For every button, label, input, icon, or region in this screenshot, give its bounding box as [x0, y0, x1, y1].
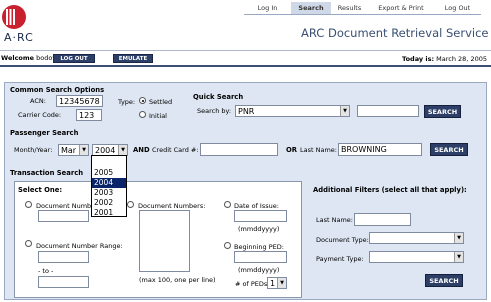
- nav-export-print[interactable]: Export & Print: [368, 2, 434, 14]
- doc-numbers-label: Document Numbers:: [138, 202, 206, 210]
- welcome-prefix: Welcome: [1, 54, 35, 62]
- chevron-down-icon: ▼: [79, 145, 88, 155]
- date-issue-radio[interactable]: [224, 201, 231, 208]
- year-option[interactable]: 2002: [92, 198, 126, 208]
- beginning-ped-input[interactable]: [234, 251, 287, 263]
- today-date: March 28, 2005: [436, 55, 487, 63]
- passenger-search-title: Passenger Search: [10, 129, 79, 137]
- nav-underline: [244, 14, 481, 15]
- page-title: ARC Document Retrieval Service: [301, 26, 489, 40]
- filter-search-button[interactable]: SEARCH: [425, 274, 463, 287]
- acn-input[interactable]: 12345678: [56, 95, 103, 107]
- header-separator: [0, 65, 491, 67]
- chevron-down-icon: ▼: [454, 252, 463, 262]
- filter-last-name-label: Last Name:: [316, 216, 353, 224]
- doc-range-radio[interactable]: [25, 240, 32, 247]
- beginning-ped-label: Beginning PED:: [234, 243, 284, 251]
- passenger-last-name-label: Last Name:: [300, 146, 337, 154]
- date-issue-format: (mmddyyyy): [238, 225, 280, 233]
- dropdown-spacer: [92, 156, 126, 168]
- year-option[interactable]: 2003: [92, 188, 126, 198]
- doc-numbers-hint: (max 100, one per line): [139, 276, 216, 284]
- arc-logo-icon: [6, 9, 15, 25]
- passenger-last-name-input[interactable]: BROWNING: [338, 143, 422, 156]
- num-peds-value: 1: [270, 279, 276, 288]
- year-dropdown-list: 2005 2004 2003 2002 2001: [91, 155, 127, 217]
- filter-payment-type-label: Payment Type:: [316, 255, 364, 263]
- nav-results[interactable]: Results: [331, 2, 368, 14]
- emulate-button[interactable]: EMULATE: [113, 54, 153, 63]
- quick-search-button[interactable]: SEARCH: [424, 105, 461, 118]
- common-search-title: Common Search Options: [10, 86, 105, 94]
- search-by-value: PNR: [238, 107, 255, 116]
- type-settled-radio[interactable]: [139, 97, 146, 104]
- transaction-search-title: Transaction Search: [10, 169, 84, 177]
- date-issue-label: Date of Issue:: [234, 202, 279, 210]
- logout-button[interactable]: LOG OUT: [53, 54, 95, 63]
- top-nav: Log In Search Results Export & Print Log…: [244, 2, 481, 14]
- type-initial-radio[interactable]: [139, 111, 146, 118]
- doc-range-from-input[interactable]: [38, 251, 89, 263]
- logo-text: A·RC: [4, 31, 34, 44]
- passenger-search-button[interactable]: SEARCH: [430, 143, 468, 156]
- beginning-ped-radio[interactable]: [224, 242, 231, 249]
- select-one-label: Select One:: [18, 186, 63, 194]
- and-label: AND: [133, 146, 150, 154]
- chevron-down-icon: ▼: [454, 233, 463, 243]
- chevron-down-icon: ▼: [118, 145, 127, 155]
- type-label: Type:: [118, 98, 136, 106]
- month-value: Mar: [61, 146, 77, 155]
- chevron-down-icon: ▼: [277, 278, 286, 288]
- quick-search-title: Quick Search: [193, 93, 244, 101]
- nav-login[interactable]: Log In: [244, 2, 291, 14]
- filter-last-name-input[interactable]: [354, 213, 411, 226]
- year-value: 2004: [95, 146, 116, 155]
- search-by-label: Search by:: [197, 107, 232, 115]
- filter-doc-type-select[interactable]: ▼: [369, 232, 464, 244]
- year-option[interactable]: 2005: [92, 168, 126, 178]
- carrier-code-label: Carrier Code:: [18, 111, 62, 119]
- filter-payment-type-select[interactable]: ▼: [369, 251, 464, 263]
- date-issue-input[interactable]: [234, 210, 287, 222]
- type-initial-label: Initial: [149, 112, 167, 120]
- type-settled-label: Settled: [149, 98, 173, 106]
- doc-number-input[interactable]: [38, 210, 89, 222]
- year-option-selected[interactable]: 2004: [92, 178, 126, 188]
- num-peds-select[interactable]: 1 ▼: [267, 277, 287, 289]
- year-option[interactable]: 2001: [92, 208, 126, 218]
- search-by-select[interactable]: PNR ▼: [235, 105, 350, 117]
- doc-numbers-textarea[interactable]: [139, 210, 190, 272]
- header-divider: [0, 50, 491, 51]
- acn-label: ACN:: [30, 97, 46, 105]
- beginning-ped-format: (mmddyyyy): [238, 266, 280, 274]
- doc-range-to-label: - to -: [38, 267, 54, 275]
- or-label: OR: [286, 146, 298, 154]
- num-peds-label: # of PEDs: [235, 280, 268, 288]
- doc-range-label: Document Number Range:: [36, 242, 123, 250]
- credit-card-label: Credit Card #:: [152, 146, 199, 154]
- month-year-label: Month/Year:: [14, 146, 53, 154]
- month-select[interactable]: Mar ▼: [58, 144, 89, 156]
- credit-card-input[interactable]: [200, 143, 278, 156]
- nav-search[interactable]: Search: [291, 2, 331, 14]
- page: { "app": {"logo_text": "A·RC", "title": …: [0, 0, 491, 302]
- carrier-code-input[interactable]: 123: [76, 109, 102, 121]
- doc-numbers-radio[interactable]: [127, 201, 134, 208]
- doc-number-radio[interactable]: [25, 201, 32, 208]
- filter-doc-type-label: Document Type:: [316, 236, 369, 244]
- today-text: Today is: March 28, 2005: [402, 55, 487, 63]
- doc-range-to-input[interactable]: [38, 276, 89, 288]
- additional-filters-title: Additional Filters (select all that appl…: [313, 186, 467, 194]
- chevron-down-icon: ▼: [340, 106, 349, 116]
- quick-search-input[interactable]: [357, 105, 419, 117]
- today-prefix: Today is:: [402, 55, 435, 63]
- nav-logout[interactable]: Log Out: [434, 2, 481, 14]
